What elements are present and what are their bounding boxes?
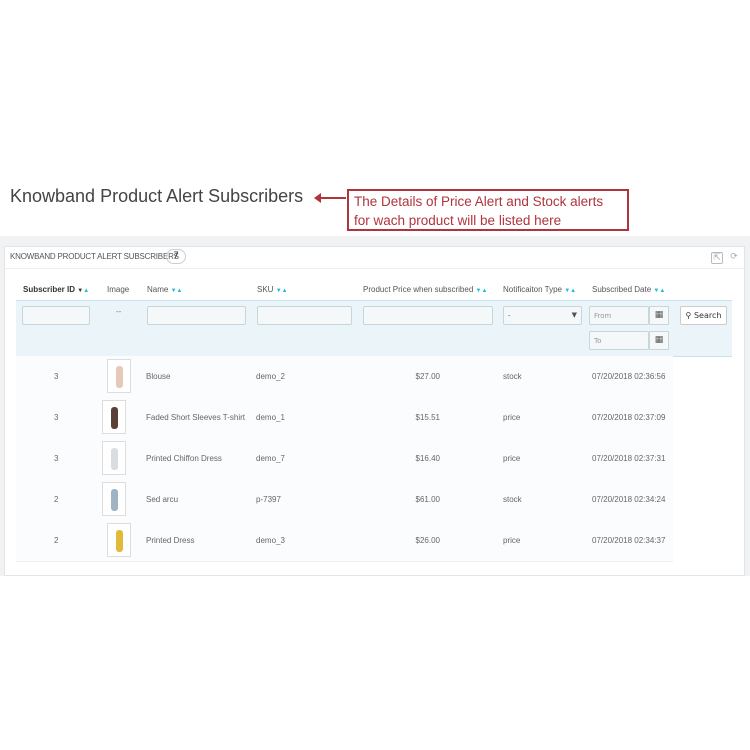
panel-title: KNOWBAND PRODUCT ALERT SUBSCRIBERS	[10, 252, 179, 261]
cell-date: 07/20/2018 02:36:56	[592, 372, 666, 381]
col-type[interactable]: Notificaiton Type ▼▲	[503, 285, 576, 294]
search-button[interactable]: ⚲ Search	[680, 306, 727, 325]
col-subscriber-id[interactable]: Subscriber ID ▼▲	[23, 285, 89, 294]
col-image: Image	[107, 285, 130, 294]
cell-id: 2	[54, 495, 59, 504]
table-row[interactable]: 3 Printed Chiffon Dress demo_7 $16.40 price 0…	[16, 438, 673, 480]
product-thumbnail	[107, 359, 131, 393]
filter-type-select[interactable]: - ▼	[503, 306, 582, 325]
page-title: Knowband Product Alert Subscribers	[10, 186, 304, 206]
cell-price: $16.40	[415, 454, 440, 463]
filter-sku-input[interactable]	[257, 306, 352, 325]
product-thumbnail	[102, 482, 126, 516]
cell-name: Printed Chiffon Dress	[146, 454, 222, 463]
cell-name: Blouse	[146, 372, 171, 381]
cell-sku: demo_3	[256, 536, 285, 545]
cell-name: Sed arcu	[146, 495, 179, 504]
cell-sku: demo_1	[256, 413, 285, 422]
refresh-icon[interactable]: ⟳	[729, 252, 739, 262]
arrow-icon	[314, 193, 346, 203]
cell-id: 3	[54, 454, 59, 463]
cell-date: 07/20/2018 02:34:37	[592, 536, 666, 545]
cell-price: $15.51	[415, 413, 440, 422]
col-name[interactable]: Name ▼▲	[147, 285, 182, 294]
table-row[interactable]: 2 Printed Dress demo_3 $26.00 price 07/20/201…	[16, 520, 673, 562]
cell-type: stock	[503, 372, 522, 381]
cell-type: price	[503, 536, 521, 545]
cell-type: price	[503, 413, 521, 422]
cell-id: 2	[54, 536, 59, 545]
table-row[interactable]: 3 Blouse demo_2 $27.00 stock 07/20/2018 02:36…	[16, 356, 673, 398]
cell-id: 3	[54, 372, 59, 381]
col-price[interactable]: Product Price when subscribed ▼▲	[363, 285, 487, 294]
cell-sku: demo_7	[256, 454, 285, 463]
filter-image-placeholder: --	[116, 307, 122, 316]
filter-date-to[interactable]: To	[589, 331, 649, 350]
col-sku[interactable]: SKU ▼▲	[257, 285, 288, 294]
cell-price: $27.00	[415, 372, 440, 381]
divider	[5, 268, 744, 269]
chevron-down-icon: ▼	[571, 311, 577, 319]
cell-price: $26.00	[415, 536, 440, 545]
callout-line: The Details of Price Alert and Stock ale…	[354, 194, 604, 209]
calendar-icon[interactable]: ▦	[649, 306, 669, 325]
cell-date: 07/20/2018 02:37:31	[592, 454, 666, 463]
cell-date: 07/20/2018 02:34:24	[592, 495, 666, 504]
cell-name: Printed Dress	[146, 536, 195, 545]
cell-id: 3	[54, 413, 59, 422]
count-badge: 7	[166, 249, 186, 264]
product-thumbnail	[102, 441, 126, 475]
cell-type: stock	[503, 495, 522, 504]
cell-name: Faded Short Sleeves T-shirt	[146, 413, 246, 422]
product-thumbnail	[107, 523, 131, 557]
filter-id-input[interactable]	[22, 306, 90, 325]
filter-name-input[interactable]	[147, 306, 246, 325]
search-icon: ⚲	[685, 311, 692, 320]
export-icon[interactable]: ⇱	[711, 252, 723, 264]
table-row[interactable]: 2 Sed arcu p-7397 $61.00 stock 07/20/2018 02:…	[16, 479, 673, 521]
cell-sku: demo_2	[256, 372, 285, 381]
table-row[interactable]: 3 Faded Short Sleeves T-shirt demo_1 $15.51…	[16, 397, 673, 439]
filter-price-input[interactable]	[363, 306, 493, 325]
filter-date-from[interactable]: From	[589, 306, 649, 325]
col-date[interactable]: Subscribed Date ▼▲	[592, 285, 665, 294]
cell-date: 07/20/2018 02:37:09	[592, 413, 666, 422]
cell-price: $61.00	[415, 495, 440, 504]
cell-type: price	[503, 454, 521, 463]
product-thumbnail	[102, 400, 126, 434]
callout-line: for wach product will be listed here	[354, 213, 562, 228]
annotation-callout: The Details of Price Alert and Stock ale…	[347, 189, 629, 231]
calendar-icon[interactable]: ▦	[649, 331, 669, 350]
cell-sku: p-7397	[256, 495, 281, 504]
